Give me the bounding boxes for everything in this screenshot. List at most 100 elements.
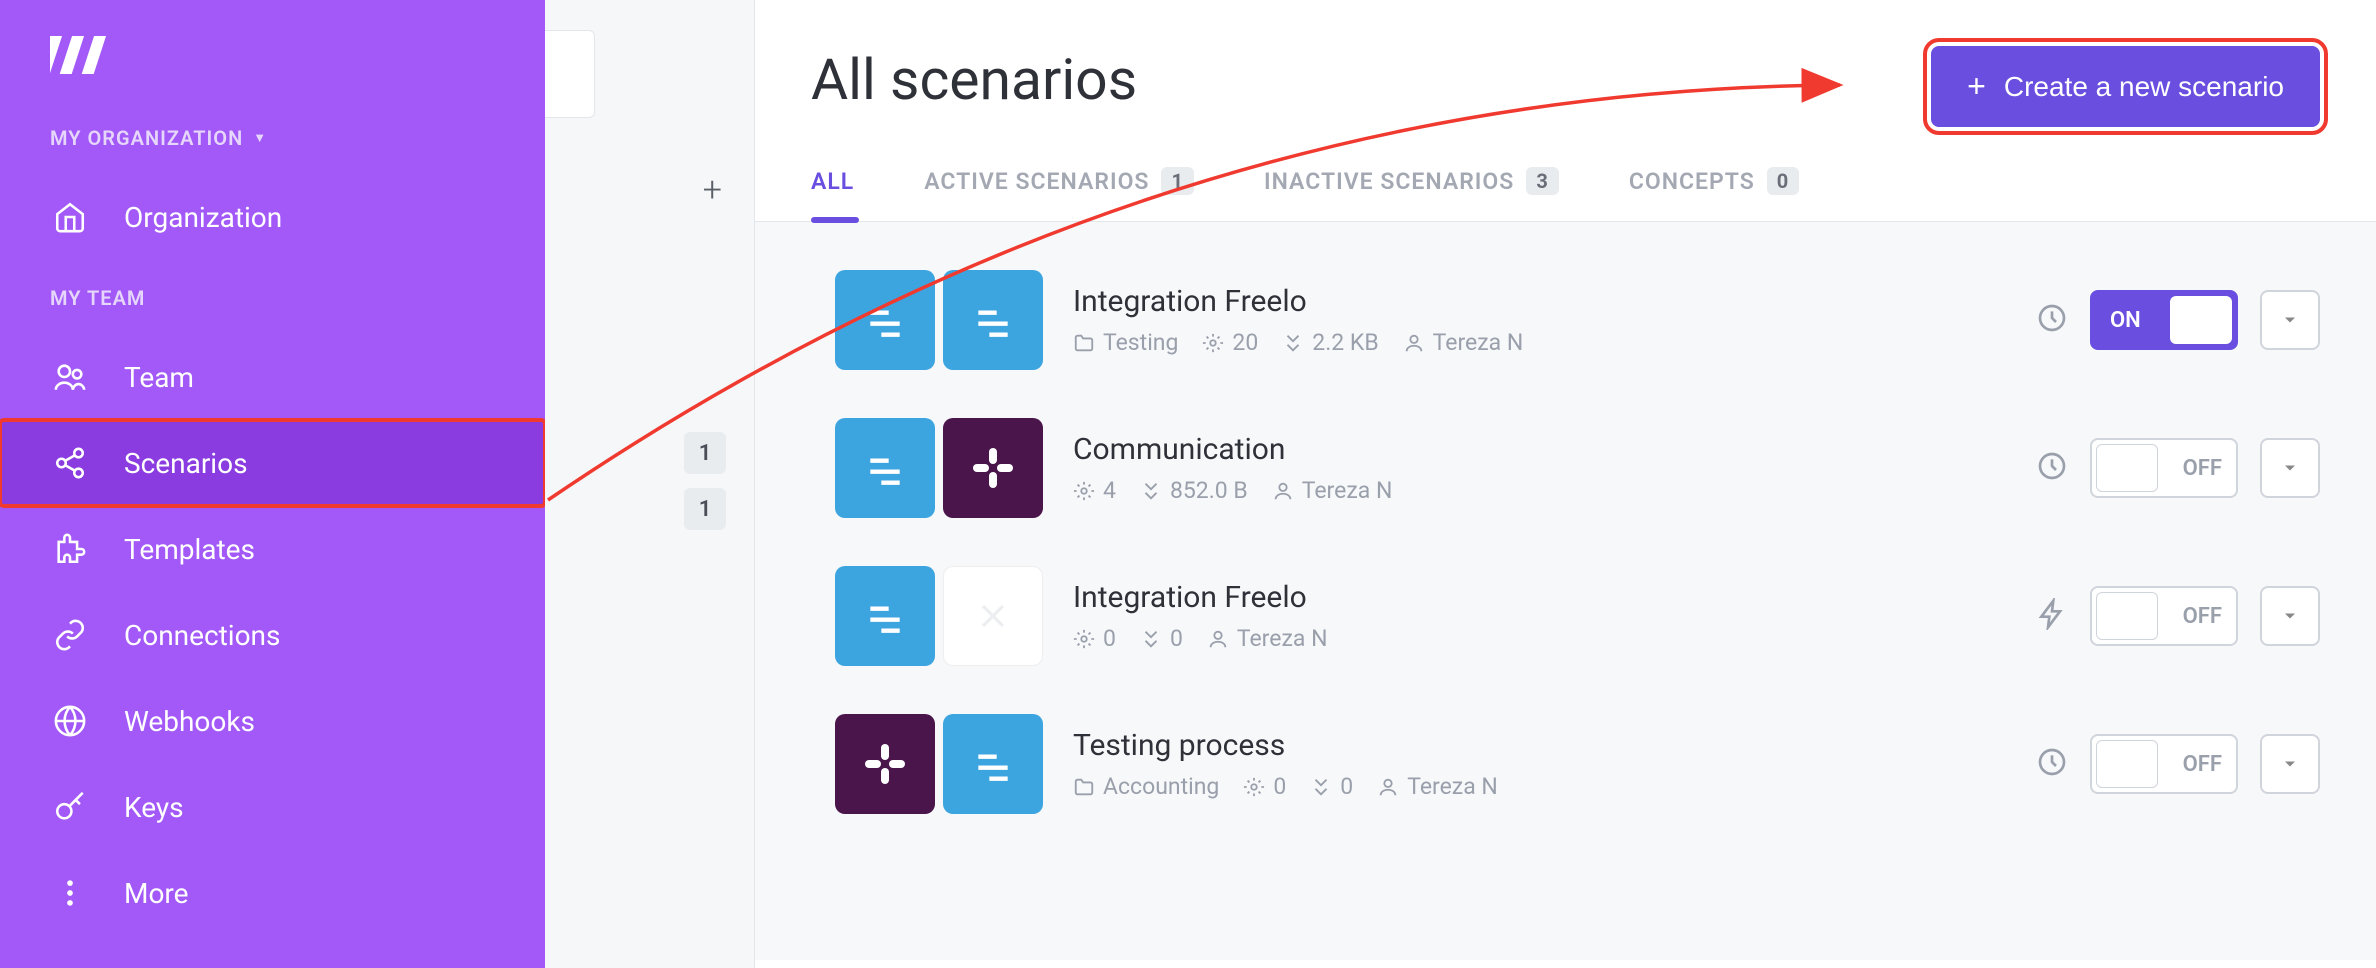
tab-label: ALL bbox=[811, 168, 854, 195]
toggle-knob bbox=[2096, 444, 2158, 492]
sidebar-item-keys[interactable]: Keys bbox=[0, 764, 545, 850]
share-icon bbox=[50, 446, 90, 480]
folder-meta: Accounting bbox=[1073, 773, 1219, 800]
toggle-label: OFF bbox=[2183, 456, 2222, 481]
link-icon bbox=[50, 618, 90, 652]
user-name: Tereza N bbox=[1302, 477, 1393, 504]
tabs: ALL ACTIVE SCENARIOS 1 INACTIVE SCENARIOS… bbox=[755, 167, 2376, 222]
row-more-button[interactable] bbox=[2260, 734, 2320, 794]
user-name: Tereza N bbox=[1407, 773, 1498, 800]
toggle-knob bbox=[2096, 592, 2158, 640]
size-value: 2.2 KB bbox=[1312, 329, 1378, 356]
sidebar: MY ORGANIZATION ▼ Organization MY TEAM T… bbox=[0, 0, 545, 968]
scenario-toggle[interactable]: ON bbox=[2090, 290, 2238, 350]
scenario-toggle[interactable]: OFF bbox=[2090, 438, 2238, 498]
users-icon bbox=[50, 360, 90, 394]
ops-value: 20 bbox=[1232, 329, 1258, 356]
clock-icon bbox=[2036, 746, 2068, 782]
app-icon-blank bbox=[943, 566, 1043, 666]
team-section-text: MY TEAM bbox=[50, 286, 145, 310]
folder-name: Testing bbox=[1103, 329, 1178, 356]
ops-value: 0 bbox=[1103, 625, 1116, 652]
tab-count: 0 bbox=[1767, 167, 1799, 195]
sidebar-item-connections[interactable]: Connections bbox=[0, 592, 545, 678]
toggle-label: OFF bbox=[2183, 752, 2222, 777]
tab-count: 3 bbox=[1526, 167, 1558, 195]
dots-icon bbox=[50, 876, 90, 910]
row-more-button[interactable] bbox=[2260, 586, 2320, 646]
sidebar-item-more[interactable]: More bbox=[0, 850, 545, 936]
folder-count-badge: 1 bbox=[684, 488, 726, 530]
size-meta: 852.0 B bbox=[1140, 477, 1248, 504]
scenario-row[interactable]: Communication 4 852.0 B Tereza N OFF bbox=[835, 418, 2320, 518]
folder-name: Accounting bbox=[1103, 773, 1219, 800]
user-meta: Tereza N bbox=[1272, 477, 1393, 504]
scenario-list: Integration Freelo Testing 20 2.2 KB Ter… bbox=[755, 222, 2376, 960]
create-label: Create a new scenario bbox=[2004, 71, 2284, 103]
user-meta: Tereza N bbox=[1403, 329, 1524, 356]
folder-panel: + 1 1 bbox=[545, 0, 755, 968]
toggle-label: OFF bbox=[2183, 604, 2222, 629]
toggle-knob bbox=[2170, 296, 2232, 344]
nav-label: Templates bbox=[124, 533, 255, 566]
nav-label: More bbox=[124, 877, 189, 910]
home-icon bbox=[50, 200, 90, 234]
sidebar-item-scenarios[interactable]: Scenarios bbox=[0, 420, 545, 506]
nav-label: Organization bbox=[124, 201, 282, 234]
app-icon-freelo bbox=[835, 566, 935, 666]
ops-value: 4 bbox=[1103, 477, 1116, 504]
nav-label: Scenarios bbox=[124, 447, 248, 480]
row-more-button[interactable] bbox=[2260, 290, 2320, 350]
row-more-button[interactable] bbox=[2260, 438, 2320, 498]
tab-active[interactable]: ACTIVE SCENARIOS 1 bbox=[924, 167, 1194, 221]
size-value: 0 bbox=[1170, 625, 1183, 652]
folder-meta: Testing bbox=[1073, 329, 1178, 356]
tab-inactive[interactable]: INACTIVE SCENARIOS3 bbox=[1264, 167, 1559, 221]
tab-all[interactable]: ALL bbox=[811, 167, 854, 221]
org-section-text: MY ORGANIZATION bbox=[50, 126, 243, 150]
scenario-row[interactable]: Integration Freelo 0 0 Tereza N OFF bbox=[835, 566, 2320, 666]
app-icon-freelo bbox=[943, 714, 1043, 814]
scenario-title: Communication bbox=[1073, 432, 2006, 467]
user-meta: Tereza N bbox=[1207, 625, 1328, 652]
sidebar-item-webhooks[interactable]: Webhooks bbox=[0, 678, 545, 764]
nav-label: Connections bbox=[124, 619, 280, 652]
nav-label: Webhooks bbox=[124, 705, 255, 738]
nav-label: Keys bbox=[124, 791, 184, 824]
sidebar-item-team[interactable]: Team bbox=[0, 334, 545, 420]
tab-concepts[interactable]: CONCEPTS 0 bbox=[1629, 167, 1799, 221]
chevron-down-icon: ▼ bbox=[253, 130, 267, 146]
ops-meta: 0 bbox=[1243, 773, 1286, 800]
nav-label: Team bbox=[124, 361, 194, 394]
scenario-title: Testing process bbox=[1073, 728, 2006, 763]
sidebar-item-organization[interactable]: Organization bbox=[0, 174, 545, 260]
size-meta: 2.2 KB bbox=[1282, 329, 1378, 356]
sidebar-item-templates[interactable]: Templates bbox=[0, 506, 545, 592]
make-logo bbox=[50, 30, 545, 78]
scenario-toggle[interactable]: OFF bbox=[2090, 734, 2238, 794]
org-section-label[interactable]: MY ORGANIZATION ▼ bbox=[50, 126, 545, 150]
panel-edge bbox=[545, 30, 595, 118]
size-meta: 0 bbox=[1140, 625, 1183, 652]
create-scenario-button[interactable]: + Create a new scenario bbox=[1931, 46, 2320, 127]
scenario-toggle[interactable]: OFF bbox=[2090, 586, 2238, 646]
app-icon-freelo bbox=[835, 418, 935, 518]
size-meta: 0 bbox=[1310, 773, 1353, 800]
scenario-title: Integration Freelo bbox=[1073, 580, 2006, 615]
add-folder-button[interactable]: + bbox=[703, 170, 722, 210]
scenario-title: Integration Freelo bbox=[1073, 284, 2006, 319]
size-value: 0 bbox=[1340, 773, 1353, 800]
ops-meta: 0 bbox=[1073, 625, 1116, 652]
tab-label: CONCEPTS bbox=[1629, 168, 1755, 195]
toggle-label: ON bbox=[2110, 308, 2141, 333]
puzzle-icon bbox=[50, 532, 90, 566]
app-icon-slack bbox=[835, 714, 935, 814]
tab-label: ACTIVE SCENARIOS bbox=[924, 168, 1149, 195]
app-icon-freelo bbox=[943, 270, 1043, 370]
tab-count: 1 bbox=[1161, 167, 1193, 195]
scenario-row[interactable]: Integration Freelo Testing 20 2.2 KB Ter… bbox=[835, 270, 2320, 370]
page-title: All scenarios bbox=[811, 46, 1137, 113]
main-content: All scenarios + Create a new scenario AL… bbox=[755, 0, 2376, 968]
scenario-row[interactable]: Testing process Accounting 0 0 Tereza N … bbox=[835, 714, 2320, 814]
app-icon-slack bbox=[943, 418, 1043, 518]
